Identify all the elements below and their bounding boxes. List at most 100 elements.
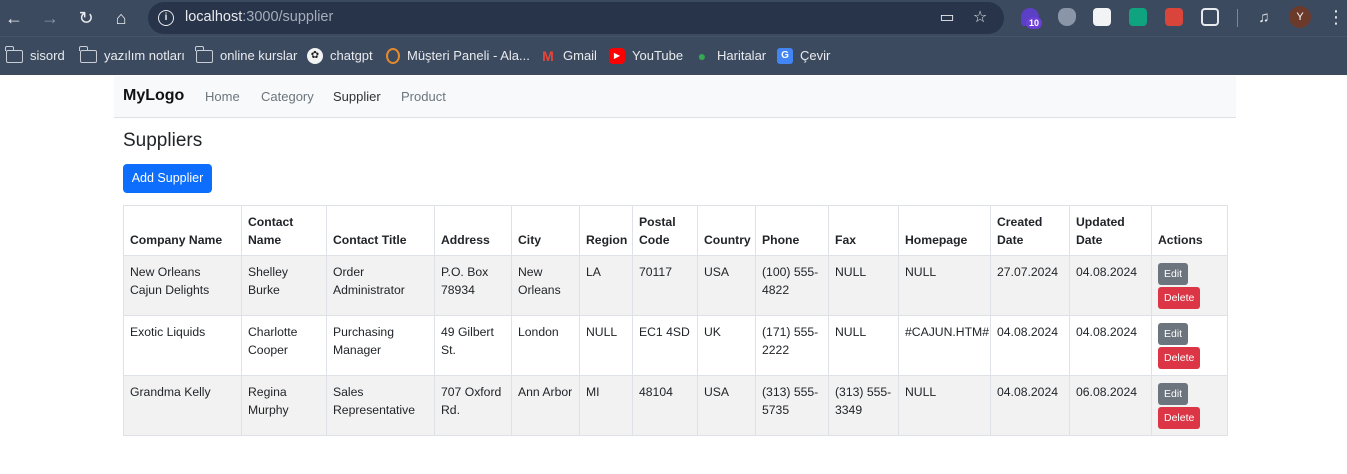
maps-icon: ● (697, 48, 707, 64)
cell-address: P.O. Box 78934 (434, 255, 512, 316)
shield-extension-icon[interactable] (1058, 8, 1076, 26)
media-control-icon[interactable]: ♫ (1252, 6, 1276, 30)
bookmark-sisord[interactable]: sisord (5, 45, 65, 65)
bookmark-online-kurslar[interactable]: online kurslar (195, 45, 297, 65)
cell-updated-date: 06.08.2024 (1069, 375, 1152, 436)
cell-postal-code: 48104 (632, 375, 698, 436)
bookmark-chatgpt[interactable]: ✿ chatgpt (307, 47, 373, 65)
column-header: Contact Title (326, 205, 435, 256)
edit-button[interactable]: Edit (1158, 383, 1189, 405)
column-header: Region (579, 205, 633, 256)
cell-contact-name: Charlotte Cooper (241, 315, 327, 376)
cell-address: 707 Oxford Rd. (434, 375, 512, 436)
bookmark-cevir[interactable]: G Çevir (777, 47, 830, 65)
app-navbar: MyLogo Home Category Supplier Product (114, 76, 1236, 118)
suppliers-table: Company Name Contact Name Contact Title … (123, 205, 1228, 436)
column-header: Fax (828, 205, 899, 256)
column-header: Company Name (123, 205, 242, 256)
cell-phone: (313) 555-5735 (755, 375, 829, 436)
cell-created-date: 04.08.2024 (990, 375, 1070, 436)
back-arrow-icon[interactable]: ← (2, 6, 26, 30)
table-row: Grandma Kelly Regina Murphy Sales Repres… (123, 375, 1228, 436)
cell-region: MI (579, 375, 633, 436)
cell-company-name: Grandma Kelly (123, 375, 242, 436)
cell-updated-date: 04.08.2024 (1069, 255, 1152, 316)
edit-button[interactable]: Edit (1158, 323, 1189, 345)
cell-phone: (100) 555-4822 (755, 255, 829, 316)
nav-link-category[interactable]: Category (261, 89, 314, 104)
extensions-puzzle-icon[interactable] (1201, 8, 1219, 26)
delete-button[interactable]: Delete (1158, 347, 1201, 369)
nav-link-home[interactable]: Home (205, 89, 240, 104)
youtube-icon: ▶ (609, 48, 625, 64)
folder-icon (195, 45, 213, 63)
cell-country: UK (697, 315, 756, 376)
cell-created-date: 27.07.2024 (990, 255, 1070, 316)
bookmark-musteri-paneli[interactable]: Müşteri Paneli - Ala... (386, 47, 530, 65)
column-header: Country (697, 205, 756, 256)
cell-phone: (171) 555-2222 (755, 315, 829, 376)
nav-link-supplier[interactable]: Supplier (333, 89, 381, 104)
bookmarks-bar: sisord yazılım notları online kurslar ✿ c… (0, 36, 1347, 75)
browser-toolbar: ← → ↻ ⌂ i localhost:3000/supplier ▭ ☆ 10… (0, 0, 1347, 36)
cell-contact-title: Sales Representative (326, 375, 435, 436)
delete-button[interactable]: Delete (1158, 287, 1201, 309)
bookmark-star-icon[interactable]: ☆ (970, 8, 990, 28)
cell-contact-title: Order Administrator (326, 255, 435, 316)
cell-country: USA (697, 255, 756, 316)
cell-region: LA (579, 255, 633, 316)
site-info-icon[interactable]: i (158, 10, 174, 26)
column-header: Updated Date (1069, 205, 1152, 256)
cell-updated-date: 04.08.2024 (1069, 315, 1152, 376)
cell-contact-name: Shelley Burke (241, 255, 327, 316)
bookmark-haritalar[interactable]: ● Haritalar (694, 47, 766, 65)
cell-homepage: #CAJUN.HTM# (898, 315, 991, 376)
bookmark-gmail[interactable]: M Gmail (540, 47, 597, 65)
column-header: Contact Name (241, 205, 327, 256)
translate-icon: G (777, 48, 793, 64)
gmail-icon: M (542, 48, 554, 64)
url-text[interactable]: localhost:3000/supplier (185, 9, 333, 25)
chatgpt-extension-icon[interactable] (1129, 8, 1147, 26)
brand-logo[interactable]: MyLogo (123, 87, 184, 105)
install-app-icon[interactable]: ▭ (937, 8, 957, 28)
home-icon[interactable]: ⌂ (109, 6, 133, 30)
delete-button[interactable]: Delete (1158, 407, 1201, 429)
column-header: Actions (1151, 205, 1228, 256)
cell-actions: Edit Delete (1151, 255, 1228, 316)
nav-link-product[interactable]: Product (401, 89, 446, 104)
add-supplier-button[interactable]: Add Supplier (123, 164, 212, 193)
cell-city: Ann Arbor (511, 375, 580, 436)
cell-city: London (511, 315, 580, 376)
column-header: Address (434, 205, 512, 256)
cell-postal-code: EC1 4SD (632, 315, 698, 376)
forward-arrow-icon[interactable]: → (38, 6, 62, 30)
address-bar[interactable]: i localhost:3000/supplier ▭ ☆ (148, 2, 1004, 34)
extension-badge: 10 (1026, 17, 1043, 29)
column-header: Homepage (898, 205, 991, 256)
folder-icon (79, 45, 97, 63)
cell-postal-code: 70117 (632, 255, 698, 316)
column-header: Postal Code (632, 205, 698, 256)
cell-company-name: Exotic Liquids (123, 315, 242, 376)
red-extension-icon[interactable] (1165, 8, 1183, 26)
cell-actions: Edit Delete (1151, 315, 1228, 376)
browser-menu-icon[interactable]: ⋮ (1327, 6, 1345, 28)
panel-icon (386, 48, 400, 64)
cell-created-date: 04.08.2024 (990, 315, 1070, 376)
cell-homepage: NULL (898, 375, 991, 436)
column-header: City (511, 205, 580, 256)
bookmark-youtube[interactable]: ▶ YouTube (609, 47, 683, 65)
table-row: New Orleans Cajun Delights Shelley Burke… (123, 255, 1228, 316)
cell-address: 49 Gilbert St. (434, 315, 512, 376)
profile-avatar[interactable]: Y (1289, 6, 1311, 28)
chatgpt-icon: ✿ (307, 48, 323, 64)
cell-fax: (313) 555-3349 (828, 375, 899, 436)
reload-icon[interactable]: ↻ (74, 6, 98, 30)
cell-fax: NULL (828, 255, 899, 316)
edit-button[interactable]: Edit (1158, 263, 1189, 285)
cell-country: USA (697, 375, 756, 436)
cell-contact-title: Purchasing Manager (326, 315, 435, 376)
dev-extension-icon[interactable] (1093, 8, 1111, 26)
bookmark-yazilim-notlari[interactable]: yazılım notları (79, 45, 185, 65)
